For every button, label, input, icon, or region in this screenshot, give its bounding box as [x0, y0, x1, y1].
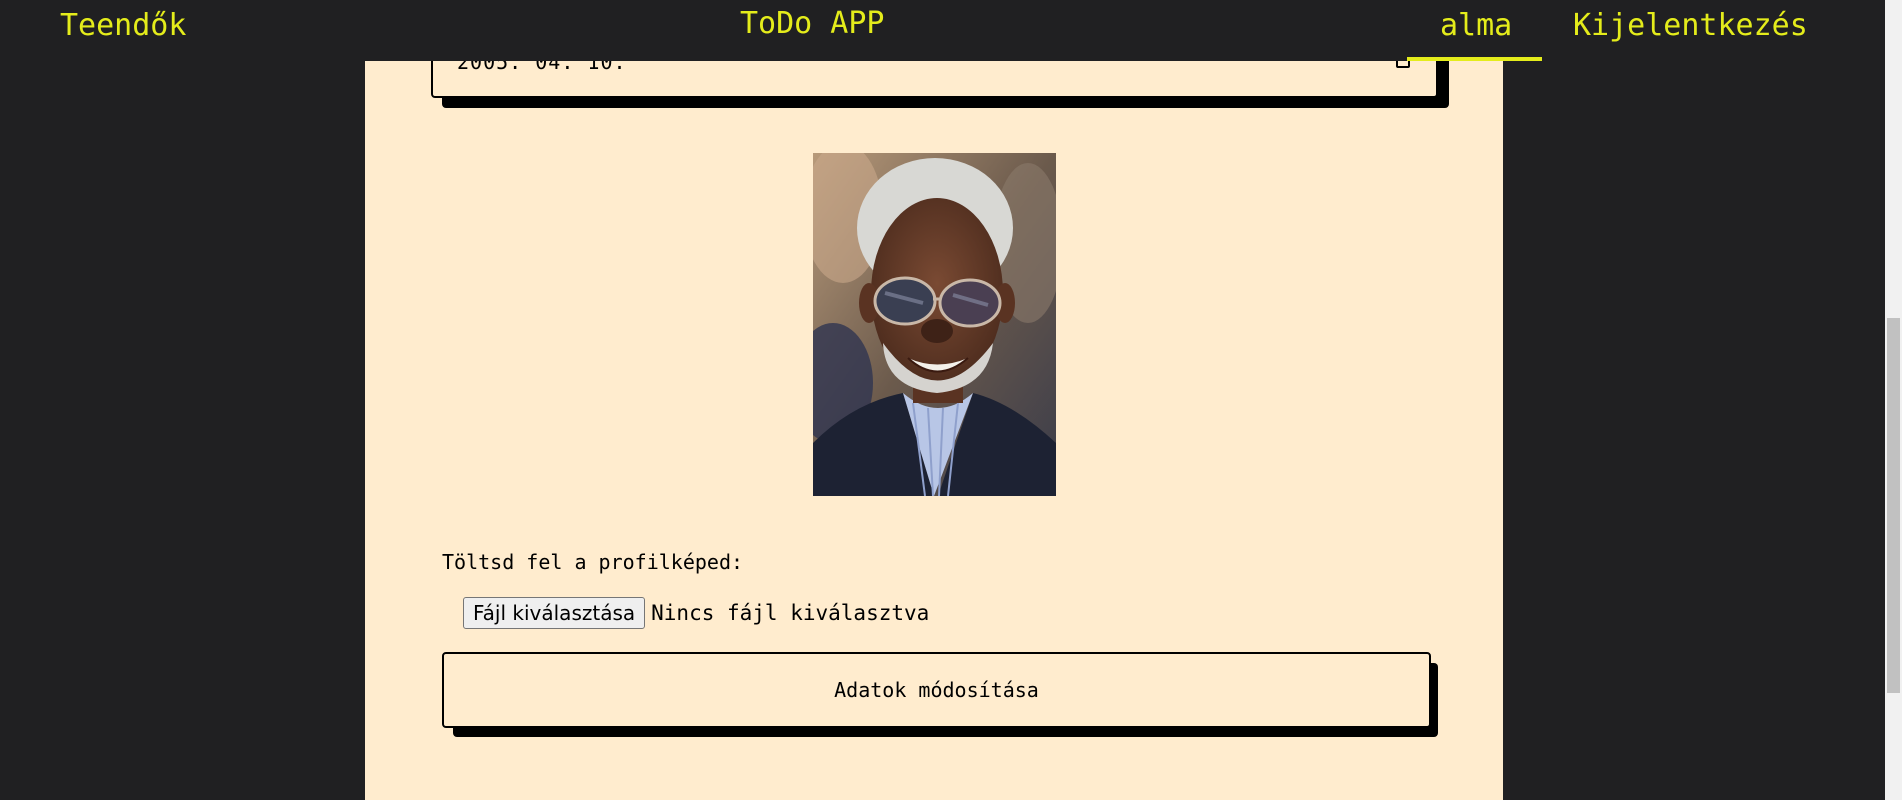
- nav-todos-link[interactable]: Teendők: [60, 6, 186, 46]
- top-navbar: Teendők ToDo APP alma Kijelentkezés: [0, 0, 1885, 61]
- choose-file-button[interactable]: Fájl kiválasztása: [463, 597, 646, 629]
- profile-card: 2005. 04. 10. Töltsd fel a profilképed: …: [365, 0, 1503, 800]
- app-title[interactable]: ToDo APP: [740, 4, 885, 44]
- update-profile-button[interactable]: Adatok módosítása: [442, 652, 1431, 728]
- page-scrollbar[interactable]: [1885, 0, 1902, 800]
- active-nav-underline: [1407, 57, 1542, 61]
- file-input[interactable]: Fájl kiválasztása Nincs fájl kiválasztva: [463, 597, 929, 629]
- upload-label: Töltsd fel a profilképed:: [442, 550, 744, 574]
- scrollbar-thumb[interactable]: [1887, 318, 1900, 693]
- profile-picture: [813, 153, 1056, 496]
- nav-profile-link[interactable]: alma: [1440, 6, 1512, 46]
- file-status-text: Nincs fájl kiválasztva: [651, 601, 930, 625]
- nav-logout-link[interactable]: Kijelentkezés: [1573, 6, 1808, 46]
